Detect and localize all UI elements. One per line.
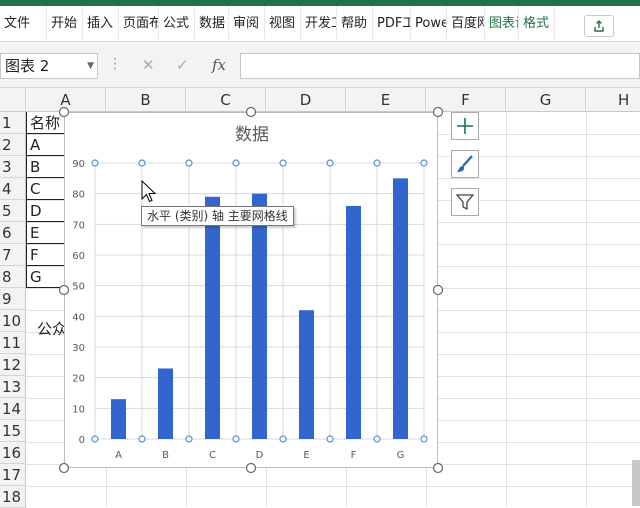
resize-handle-right[interactable]: [432, 284, 444, 296]
resize-handle-left[interactable]: [58, 284, 70, 296]
chart-filters-button[interactable]: [451, 188, 479, 216]
plus-icon: [457, 118, 473, 134]
resize-handle-bottom-left[interactable]: [58, 462, 70, 474]
chart-selection-frame: [58, 106, 444, 474]
resize-handle-bottom-right[interactable]: [432, 462, 444, 474]
resize-handle-bottom[interactable]: [245, 462, 257, 474]
vertical-scrollbar-thumb[interactable]: [632, 460, 640, 506]
gridline-tooltip: 水平 (类别) 轴 主要网格线: [141, 206, 294, 226]
mouse-cursor-icon: [141, 180, 157, 203]
resize-handle-top[interactable]: [245, 106, 257, 118]
chart-elements-button[interactable]: [451, 112, 479, 140]
resize-handle-top-left[interactable]: [58, 106, 70, 118]
filter-icon: [455, 194, 475, 211]
brush-icon: [457, 155, 473, 172]
resize-handle-top-right[interactable]: [432, 106, 444, 118]
chart-styles-button[interactable]: [451, 150, 479, 178]
